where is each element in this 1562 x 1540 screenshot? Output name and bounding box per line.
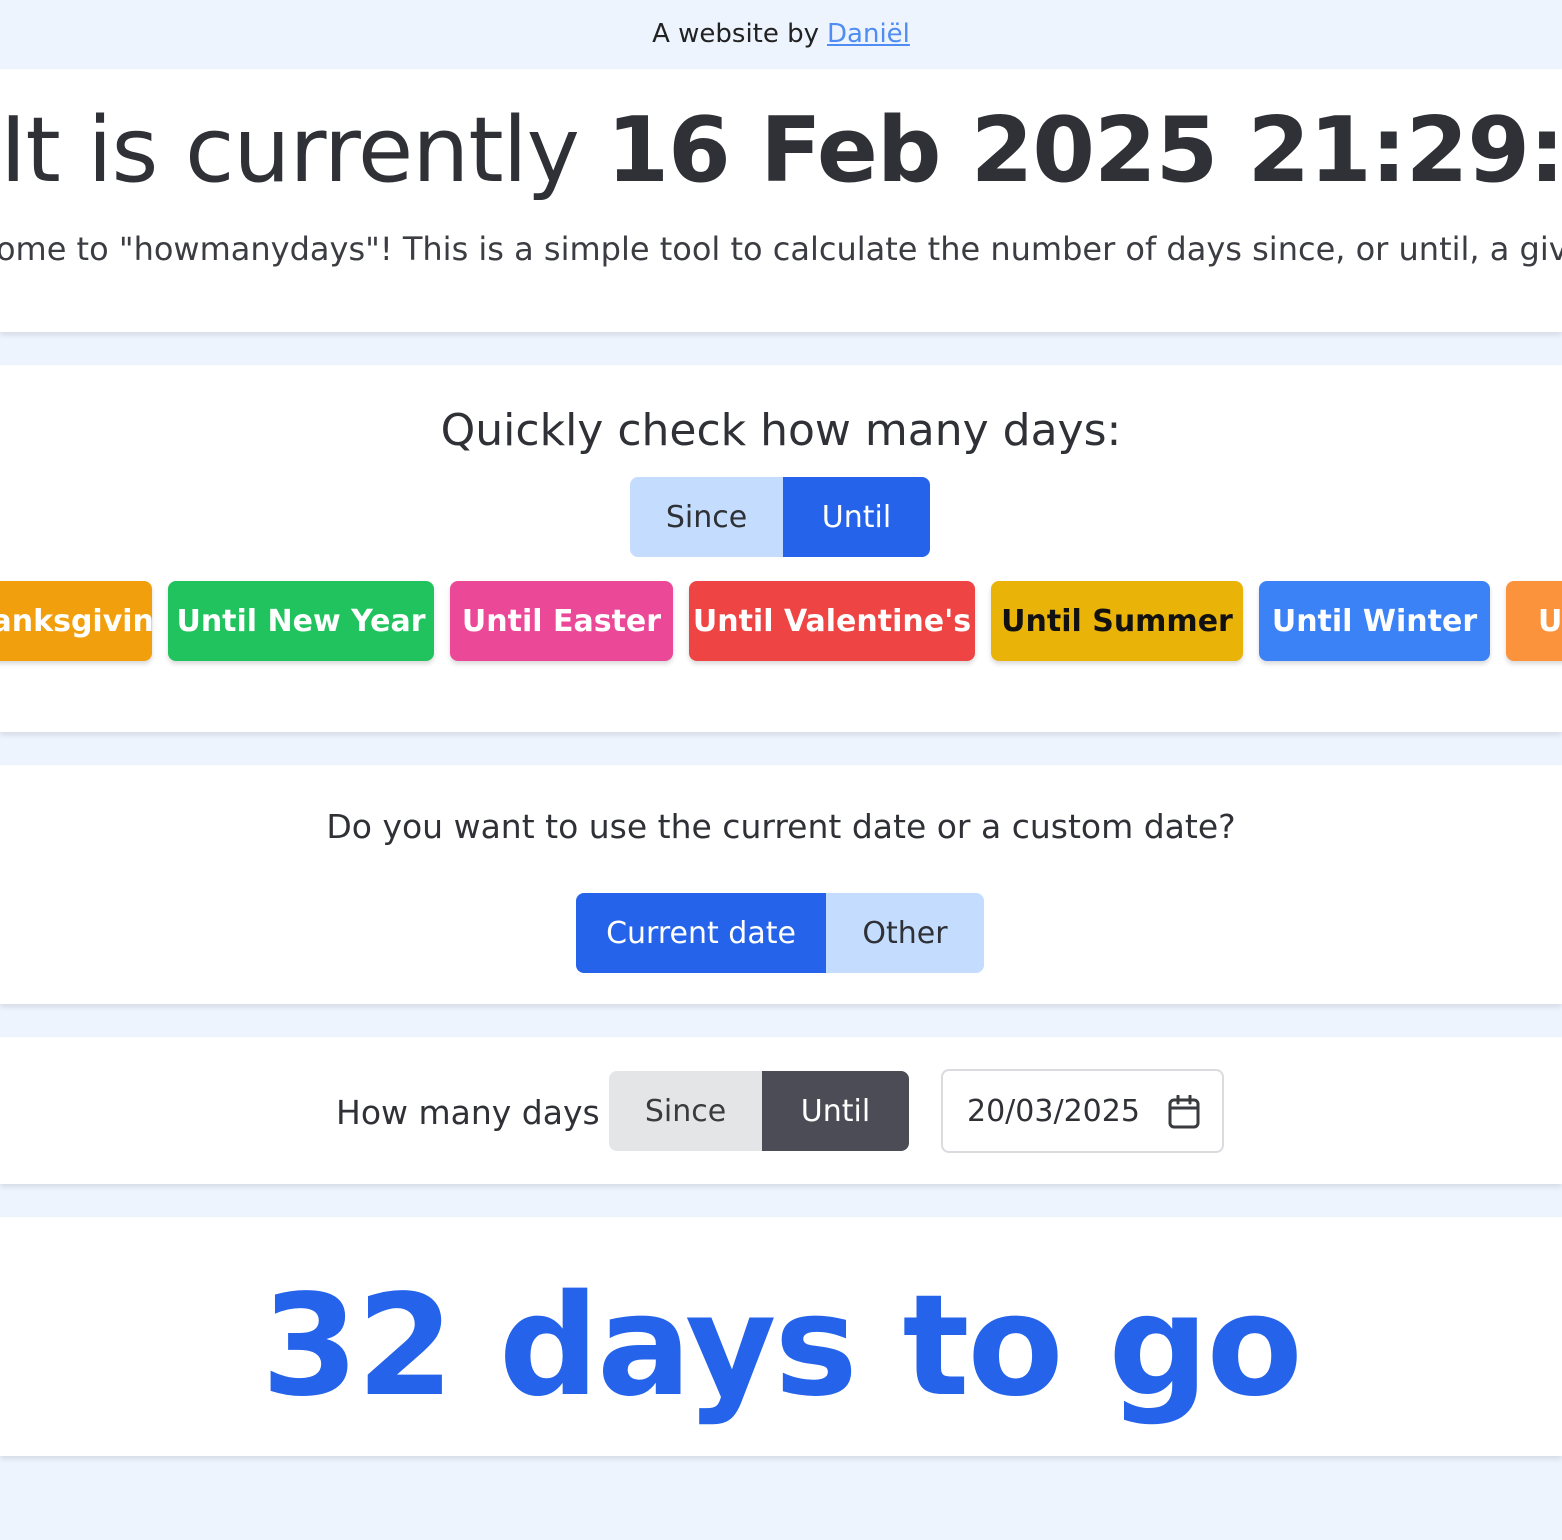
chip-until-easter[interactable]: Until Easter: [450, 581, 673, 661]
quick-until-button[interactable]: Until: [783, 477, 930, 557]
custom-since-button[interactable]: Since: [609, 1071, 762, 1151]
quick-check-title: Quickly check how many days:: [440, 405, 1122, 456]
chip-until-thanksgiving[interactable]: Until Thanksgiving: [0, 581, 152, 661]
chip-label: Until Thanksgiving: [0, 603, 152, 639]
chip-label: Until Autumn: [1538, 603, 1562, 639]
custom-direction-toggle: Since Until: [609, 1071, 909, 1151]
target-date-input[interactable]: 20/03/2025: [941, 1069, 1224, 1153]
clock-datetime: 16 Feb 2025 21:29:15: [606, 98, 1562, 203]
custom-until-button[interactable]: Until: [762, 1071, 909, 1151]
chip-until-winter[interactable]: Until Winter: [1259, 581, 1490, 661]
date-source-question: Do you want to use the current date or a…: [326, 807, 1236, 846]
result-card: 32 days to go: [0, 1217, 1562, 1456]
quick-direction-toggle: Since Until: [630, 477, 930, 557]
chip-label: Until Easter: [461, 603, 662, 639]
date-source-toggle: Current date Other: [576, 893, 984, 973]
result-text: 32 days to go: [261, 1265, 1303, 1428]
chip-label: Until Valentine's: [692, 603, 972, 639]
quick-since-button[interactable]: Since: [630, 477, 783, 557]
custom-query-card: How many days Since Until 20/03/2025: [0, 1037, 1562, 1184]
quick-check-card: Quickly check how many days: Since Until…: [0, 365, 1562, 732]
date-source-card: Do you want to use the current date or a…: [0, 765, 1562, 1004]
clock-card: It is currently 16 Feb 2025 21:29:15 Wel…: [0, 69, 1562, 332]
author-link[interactable]: Daniël: [827, 19, 910, 49]
calendar-icon[interactable]: [1168, 1095, 1200, 1129]
chip-until-autumn[interactable]: Until Autumn: [1506, 581, 1562, 661]
current-time-heading: It is currently 16 Feb 2025 21:29:15: [0, 99, 1562, 203]
current-date-button[interactable]: Current date: [576, 893, 826, 973]
other-date-button[interactable]: Other: [826, 893, 984, 973]
byline-text: A website by: [652, 19, 820, 49]
clock-prefix: It is currently: [0, 98, 580, 203]
welcome-text: Welcome to "howmanydays"! This is a simp…: [0, 230, 1562, 268]
chip-label: Until New Year: [176, 603, 426, 639]
chip-until-summer[interactable]: Until Summer: [991, 581, 1243, 661]
how-many-days-label: How many days: [336, 1093, 600, 1132]
chip-until-valentines[interactable]: Until Valentine's: [689, 581, 975, 661]
site-byline: A website by Daniël: [0, 0, 1562, 68]
target-date-value: 20/03/2025: [967, 1093, 1140, 1129]
chip-label: Until Winter: [1271, 603, 1478, 639]
chip-label: Until Summer: [1001, 603, 1233, 639]
chip-until-new-year[interactable]: Until New Year: [168, 581, 434, 661]
